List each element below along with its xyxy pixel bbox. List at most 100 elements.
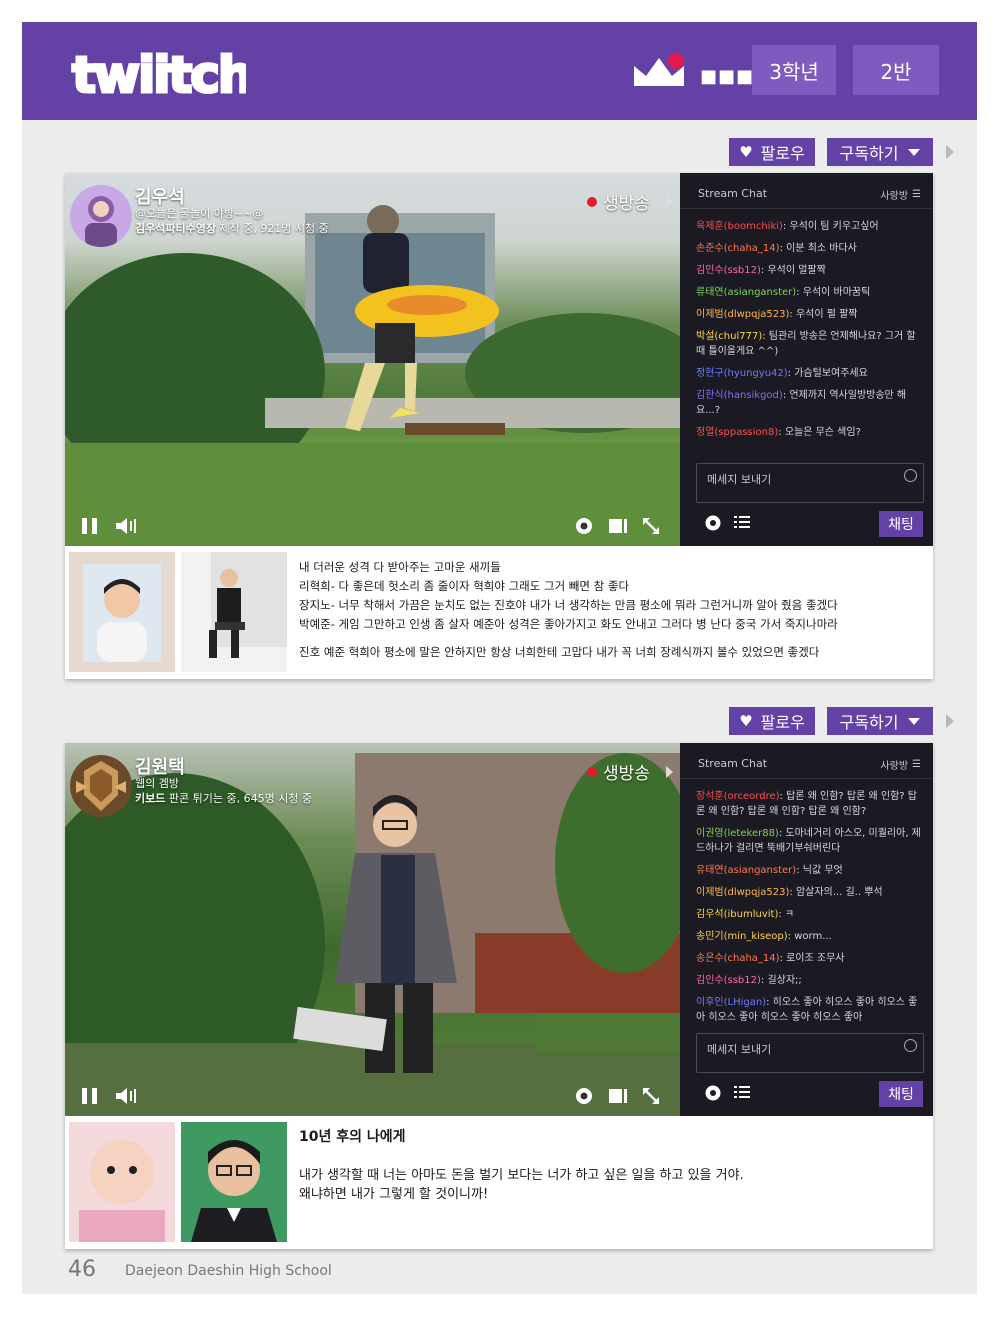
chat-username[interactable]: 유태연(asianganster) xyxy=(696,865,796,876)
chat-username[interactable]: 이제범(dlwpqja523) xyxy=(696,887,789,898)
chat-username[interactable]: 김한식(hansikgod) xyxy=(696,390,783,401)
emoji-icon[interactable] xyxy=(904,469,917,482)
chat-message: 육제훈(boomchiki): 우석이 팀 키우고싶어 xyxy=(696,219,924,234)
chat-text: : 우석이 펄 팔짝 xyxy=(789,309,858,320)
subscribe-button[interactable]: 구독하기 xyxy=(827,707,933,735)
chat-message-list: 장석훈(orceordre): 탑론 왜 인함? 탑론 왜 인함? 탑론 왜 인… xyxy=(696,789,924,1032)
chat-text: : 우석이 팀 키우고싶어 xyxy=(782,221,879,232)
chat-username[interactable]: 정현구(hyungyu42) xyxy=(696,368,788,379)
streamer-avatar[interactable] xyxy=(70,185,132,247)
arrow-right-icon[interactable] xyxy=(665,765,673,778)
chat-text: : 오늘은 무슨 색임? xyxy=(778,427,861,438)
chat-username[interactable]: 이권영(leteker88) xyxy=(696,828,779,839)
game-title[interactable]: 김우석파티수영장 xyxy=(135,222,216,235)
message-line: 내 더러운 성격 다 받아주는 고마운 새끼들 xyxy=(299,560,501,574)
video-player[interactable]: 김원택 웹의 겜방 키보드 판콘 튀기는 중, 645명 시청 중 생방송 xyxy=(65,743,680,1116)
subscribe-button[interactable]: 구독하기 xyxy=(827,138,933,166)
chat-message: 송민기(min_kiseop): worm... xyxy=(696,929,924,944)
settings-gear-icon[interactable] xyxy=(574,1086,594,1106)
chat-room-selector[interactable]: 사랑방 ☰ xyxy=(880,187,921,202)
pause-icon[interactable] xyxy=(81,517,99,535)
viewer-count: 제작 중, 921명 시청 중 xyxy=(215,222,329,235)
chat-message: 김우석(ibumluvit): ㅋ xyxy=(696,907,924,922)
chat-username[interactable]: 김인수(ssb12) xyxy=(696,975,761,986)
chat-list-icon[interactable] xyxy=(734,1085,750,1099)
chat-list-icon[interactable] xyxy=(734,515,750,529)
grade-button[interactable]: 3학년 xyxy=(752,45,836,95)
chat-room-selector[interactable]: 사랑방 ☰ xyxy=(880,757,921,772)
chat-message: 송은수(chaha_14): 로이조 조무사 xyxy=(696,951,924,966)
chat-message-input[interactable]: 메세지 보내기 xyxy=(696,1033,924,1073)
game-info: 김우석파티수영장 제작 중, 921명 시청 중 xyxy=(135,220,329,236)
chat-send-button[interactable]: 채팅 xyxy=(879,1081,923,1107)
chat-username[interactable]: 류태연(asianganster) xyxy=(696,287,796,298)
chat-text: : worm... xyxy=(787,931,832,942)
message-line: 박예준- 게임 그만하고 인생 좀 살자 예준아 성격은 좋아가지고 화도 안내… xyxy=(299,617,838,631)
message-line: 왜냐하면 내가 그렇게 할 것이니까! xyxy=(299,1187,489,1202)
arrow-right-icon[interactable] xyxy=(665,195,673,208)
game-title[interactable]: 키보드 xyxy=(135,792,165,805)
chat-username[interactable]: 송은수(chaha_14) xyxy=(696,953,780,964)
chat-room-label: 사랑방 xyxy=(880,191,909,202)
chat-username[interactable]: 이후인(LHigan) xyxy=(696,997,766,1008)
crown-icon[interactable] xyxy=(632,52,686,88)
live-label: 생방송 xyxy=(603,194,650,214)
chat-username[interactable]: 이제범(dlwpqja523) xyxy=(696,309,789,320)
stream-card-2: 김원택 웹의 겜방 키보드 판콘 튀기는 중, 645명 시청 중 생방송 St… xyxy=(65,743,933,1249)
chat-username[interactable]: 김우석(ibumluvit) xyxy=(696,909,778,920)
viewer-count: 판콘 튀기는 중, 645명 시청 중 xyxy=(165,792,313,805)
chat-title: Stream Chat xyxy=(698,757,768,770)
theater-mode-icon[interactable] xyxy=(608,1088,628,1104)
chat-text: : 가슴털보여주세요 xyxy=(787,368,868,379)
chat-username[interactable]: 정열(sppassion8) xyxy=(696,427,778,438)
pause-icon[interactable] xyxy=(81,1087,99,1105)
chat-message: 유태연(asianganster): 닉값 무엇 xyxy=(696,863,924,878)
follow-button[interactable]: ♥ 팔로우 xyxy=(729,707,815,735)
message-line: 장지노- 너무 착해서 가끔은 눈치도 없는 진호야 내가 너 생각하는 만큼 … xyxy=(299,598,838,612)
fullscreen-icon[interactable] xyxy=(641,1086,661,1106)
chat-settings-gear-icon[interactable] xyxy=(704,1084,722,1102)
stream-description: 내 더러운 성격 다 받아주는 고마운 새끼들 리혁희- 다 좋은데 헛소리 좀… xyxy=(65,546,933,679)
next-arrow-icon[interactable] xyxy=(946,714,954,728)
volume-icon[interactable] xyxy=(115,517,137,535)
chat-title: Stream Chat xyxy=(698,187,768,200)
chat-username[interactable]: 손준수(chaha_14) xyxy=(696,243,780,254)
chat-username[interactable]: 박설(chul777) xyxy=(696,331,762,342)
emoji-icon[interactable] xyxy=(904,1039,917,1052)
live-label: 생방송 xyxy=(603,764,650,784)
class-button[interactable]: 2반 xyxy=(853,45,939,95)
chat-username[interactable]: 육제훈(boomchiki) xyxy=(696,221,783,232)
chat-text: : 우석이 멀팔짝 xyxy=(760,265,826,276)
fullscreen-icon[interactable] xyxy=(641,516,661,536)
chat-message: 정열(sppassion8): 오늘은 무슨 색임? xyxy=(696,425,924,440)
chat-message: 김인수(ssb12): 길상자;; xyxy=(696,973,924,988)
chat-message: 류태연(asianganster): 우석이 바마꿈틱 xyxy=(696,285,924,300)
chat-username[interactable]: 김인수(ssb12) xyxy=(696,265,761,276)
baby-photo xyxy=(69,1122,175,1242)
heart-icon: ♥ xyxy=(739,143,753,161)
settings-gear-icon[interactable] xyxy=(574,516,594,536)
chat-message: 김인수(ssb12): 우석이 멀팔짝 xyxy=(696,263,924,278)
letter-title: 10년 후의 나에게 xyxy=(299,1129,406,1145)
follow-button[interactable]: ♥ 팔로우 xyxy=(729,138,815,166)
list-sort-icon: ☰ xyxy=(912,189,921,200)
chat-username[interactable]: 송민기(min_kiseop) xyxy=(696,931,788,942)
live-indicator: 생방송 xyxy=(587,759,673,784)
chat-text: : 로이조 조무사 xyxy=(779,953,845,964)
status-line: 웹의 겜방 xyxy=(135,777,179,790)
volume-icon[interactable] xyxy=(115,1087,137,1105)
twiitch-logo[interactable]: twiitch xyxy=(70,42,256,106)
chat-message: 박설(chul777): 팀관리 방송은 언제해나요? 그거 할때 틀이올게요 … xyxy=(696,329,924,359)
chat-message-input[interactable]: 메세지 보내기 xyxy=(696,463,924,503)
chat-send-button[interactable]: 채팅 xyxy=(879,511,923,537)
theater-mode-icon[interactable] xyxy=(608,518,628,534)
video-player[interactable]: 김우석 @오늘은 물놀이 야방~~@ 김우석파티수영장 제작 중, 921명 시… xyxy=(65,173,680,546)
chat-message: 이제범(dlwpqja523): 암살자의... 길.. 뿌석 xyxy=(696,885,924,900)
chat-settings-gear-icon[interactable] xyxy=(704,514,722,532)
more-icon[interactable]: ■■■ xyxy=(700,66,754,87)
chat-username[interactable]: 장석훈(orceordre) xyxy=(696,791,780,802)
stream-card-1: 김우석 @오늘은 물놀이 야방~~@ 김우석파티수영장 제작 중, 921명 시… xyxy=(65,173,933,679)
chat-room-label: 사랑방 xyxy=(880,761,909,772)
next-arrow-icon[interactable] xyxy=(946,145,954,159)
rank-emblem[interactable] xyxy=(70,755,132,817)
